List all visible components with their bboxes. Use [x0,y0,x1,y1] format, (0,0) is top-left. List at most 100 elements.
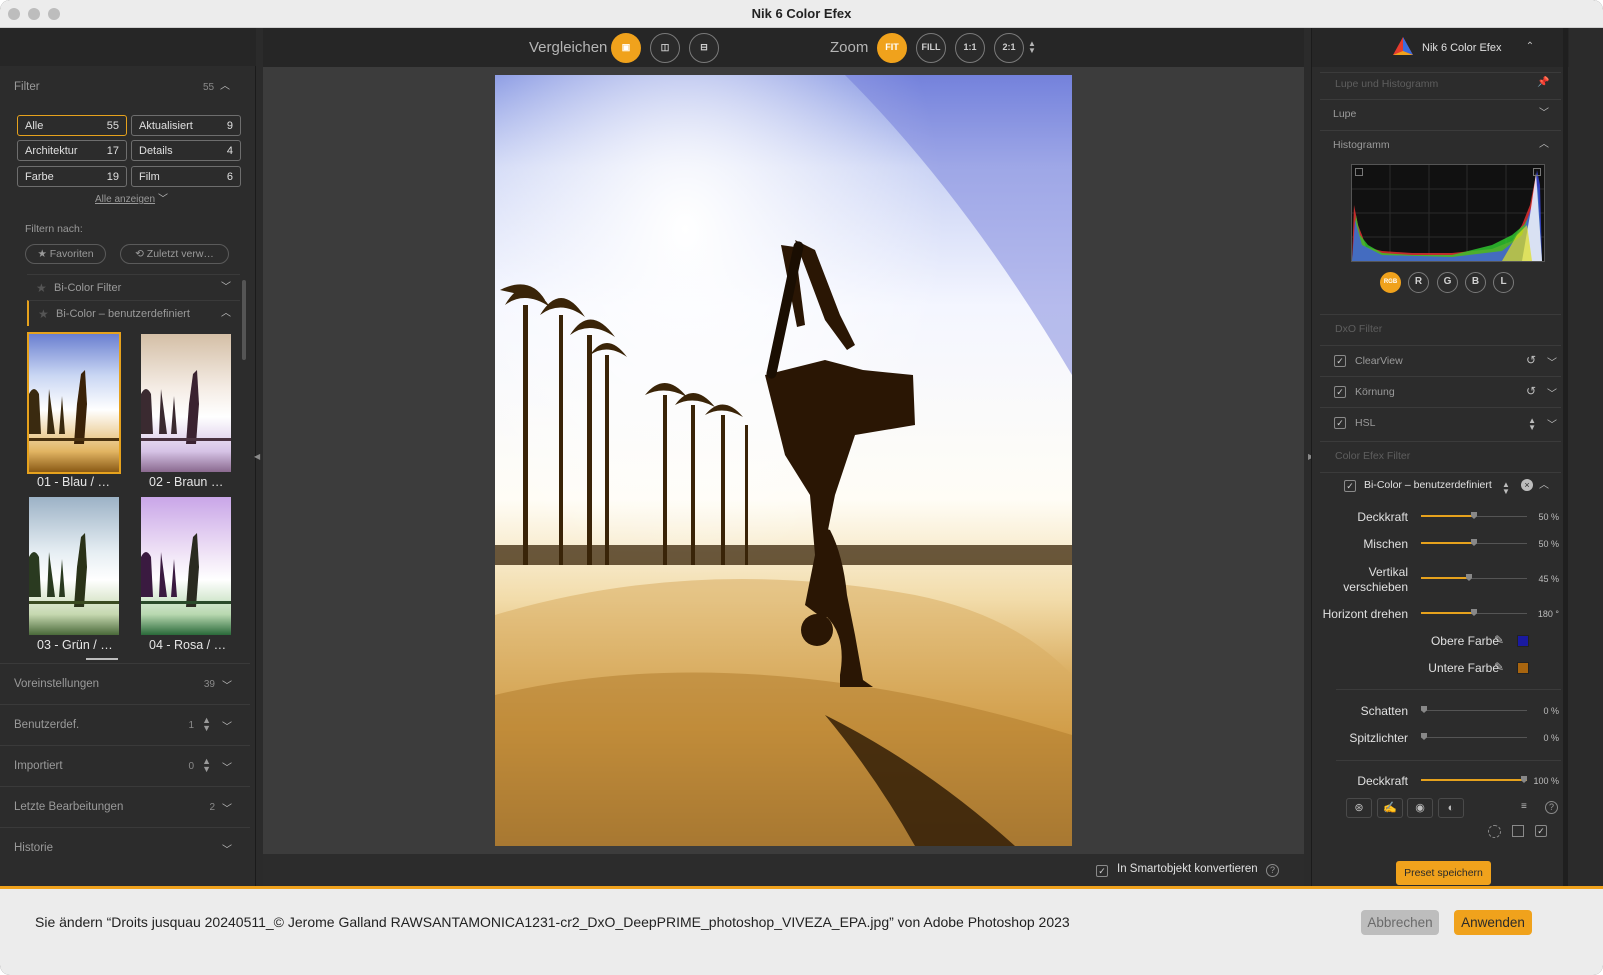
channel-g-button[interactable]: G [1437,272,1458,293]
highlight-clip-indicator[interactable] [1533,168,1541,176]
chip-color[interactable]: Farbe 19 [17,166,127,187]
gradient-mask-icon[interactable]: ◐ [1438,798,1464,818]
smart-object-checkbox[interactable]: ✓ [1096,865,1108,877]
section-custom[interactable]: Benutzerdef. 1 ▲ ▼ ﹀ [0,704,250,745]
sort-icon[interactable]: ▲ ▼ [202,757,211,774]
show-all-link[interactable]: Alle anzeigen [95,194,155,205]
zoom-stepper-icon[interactable]: ▲ ▼ [1028,40,1036,55]
preset-thumbnail[interactable] [27,332,121,474]
histogram-title: Histogramm [1333,139,1390,151]
help-icon[interactable]: ? [1266,864,1279,877]
upper-color-swatch[interactable] [1517,635,1529,647]
remove-filter-icon[interactable]: × [1521,479,1533,491]
footer-bar: Sie ändern “Droits jusquau 20240511_© Je… [0,889,1603,975]
apply-button[interactable]: Anwenden [1454,910,1532,935]
global-opacity-slider[interactable] [1421,776,1527,786]
section-history[interactable]: Historie ﹀ [0,827,250,868]
chip-architecture[interactable]: Architektur 17 [17,140,127,161]
shadows-slider[interactable] [1421,706,1527,716]
zoom-200-button[interactable]: 2:1 [994,33,1024,63]
chevron-down-icon[interactable]: ﹀ [1538,108,1550,120]
chevron-down-icon[interactable]: ﹀ [222,759,232,774]
dxo-filter-row[interactable]: ✓ Körnung ↺ ﹀ [1320,376,1561,407]
channel-r-button[interactable]: R [1408,272,1429,293]
chip-updated[interactable]: Aktualisiert 9 [131,115,241,136]
control-point-icon[interactable]: ⊛ [1346,798,1372,818]
star-icon[interactable]: ★ [36,281,47,295]
dotted-circle-icon[interactable] [1488,825,1501,838]
active-filter-checkbox[interactable]: ✓ [1344,480,1356,492]
section-presets[interactable]: Voreinstellungen 39 ﹀ [0,663,250,704]
filter-checkbox[interactable]: ✓ [1334,355,1346,367]
chip-all[interactable]: Alle 55 [17,115,127,136]
mask-list-icon[interactable]: ≡ [1521,801,1527,812]
scroll-indicator [86,658,118,660]
chevron-down-icon[interactable]: ﹀ [222,677,232,692]
reorder-icon[interactable]: ▲ ▼ [1528,417,1536,432]
compare-split-icon[interactable]: ◫ [650,33,680,63]
mask-eye-icon[interactable]: ◉ [1407,798,1433,818]
chevron-down-icon[interactable]: ﹀ [1547,385,1557,400]
opacity-slider[interactable] [1421,512,1527,522]
highlights-slider[interactable] [1421,733,1527,743]
slider-label: Mischen [1363,537,1408,551]
star-icon[interactable]: ★ [38,307,49,321]
sort-icon[interactable]: ▲ ▼ [202,716,211,733]
chevron-down-icon[interactable]: ﹀ [222,800,232,815]
channel-l-button[interactable]: L [1493,272,1514,293]
reorder-icon[interactable]: ▲ ▼ [1502,481,1510,496]
enable-checkbox[interactable]: ✓ [1535,825,1547,837]
cancel-button[interactable]: Abbrechen [1361,910,1439,935]
group-bicolor-custom[interactable]: ★ Bi-Color – benutzerdefiniert ︿ [27,300,240,326]
reset-icon[interactable]: ↺ [1526,353,1536,367]
compare-side-icon[interactable]: ⊟ [689,33,719,63]
chevron-down-icon[interactable]: ﹀ [222,841,232,856]
section-recent-edits[interactable]: Letzte Bearbeitungen 2 ﹀ [0,786,250,827]
section-imported[interactable]: Importiert 0 ▲ ▼ ﹀ [0,745,250,786]
blend-slider[interactable] [1421,539,1527,549]
rotate-horizon-slider[interactable] [1421,609,1527,619]
brush-icon[interactable]: ✍ [1377,798,1403,818]
shadow-clip-indicator[interactable] [1355,168,1363,176]
lower-color-swatch[interactable] [1517,662,1529,674]
group-bicolor-filter[interactable]: ★ Bi-Color Filter ﹀ [27,274,240,300]
chevron-down-icon[interactable]: ﹀ [1547,354,1557,369]
preset-thumbnail[interactable] [141,334,231,472]
zoom-fill-button[interactable]: FILL [916,33,946,63]
square-icon[interactable] [1512,825,1524,837]
preset-thumbnail[interactable] [141,497,231,635]
save-preset-button[interactable]: Preset speichern [1396,861,1491,885]
chip-film[interactable]: Film 6 [131,166,241,187]
right-scrollbar[interactable] [1563,28,1568,887]
pipette-icon[interactable]: ✎ [1494,633,1504,647]
zoom-100-button[interactable]: 1:1 [955,33,985,63]
favorites-button[interactable]: ★ Favoriten [25,244,106,264]
chevron-down-icon[interactable]: ﹀ [157,194,169,206]
help-icon[interactable]: ? [1545,801,1558,814]
pipette-icon[interactable]: ✎ [1494,660,1504,674]
zoom-fit-button[interactable]: FIT [877,33,907,63]
preview-image[interactable] [495,75,1072,846]
vertical-shift-slider[interactable] [1421,574,1527,584]
chevron-down-icon[interactable]: ﹀ [1547,416,1557,431]
chevron-up-icon[interactable]: ︿ [1538,139,1550,151]
channel-rgb-button[interactable]: RGB [1380,272,1401,293]
collapse-all-icon[interactable]: ⌃ [1524,41,1536,53]
dxo-filter-row[interactable]: ✓ HSL ▲ ▼ ﹀ [1320,407,1561,438]
reset-icon[interactable]: ↺ [1526,384,1536,398]
collapse-filter-icon[interactable]: ︿ [219,81,231,93]
chip-details[interactable]: Details 4 [131,140,241,161]
dxo-filter-row[interactable]: ✓ ClearView ↺ ﹀ [1320,345,1561,376]
chip-label: Alle [25,120,44,132]
chevron-down-icon[interactable]: ﹀ [222,718,232,733]
pin-icon[interactable]: 📌 [1537,77,1549,89]
preset-thumbnail[interactable] [29,497,119,635]
compare-single-icon[interactable]: ▣ [611,33,641,63]
chevron-up-icon[interactable]: ︿ [1538,480,1550,492]
filter-checkbox[interactable]: ✓ [1334,386,1346,398]
recent-button[interactable]: ⟲ Zuletzt verw… [120,244,229,264]
left-scrollbar[interactable] [242,280,246,360]
channel-b-button[interactable]: B [1465,272,1486,293]
collapse-left-icon[interactable]: ◀ [254,452,260,461]
filter-checkbox[interactable]: ✓ [1334,417,1346,429]
